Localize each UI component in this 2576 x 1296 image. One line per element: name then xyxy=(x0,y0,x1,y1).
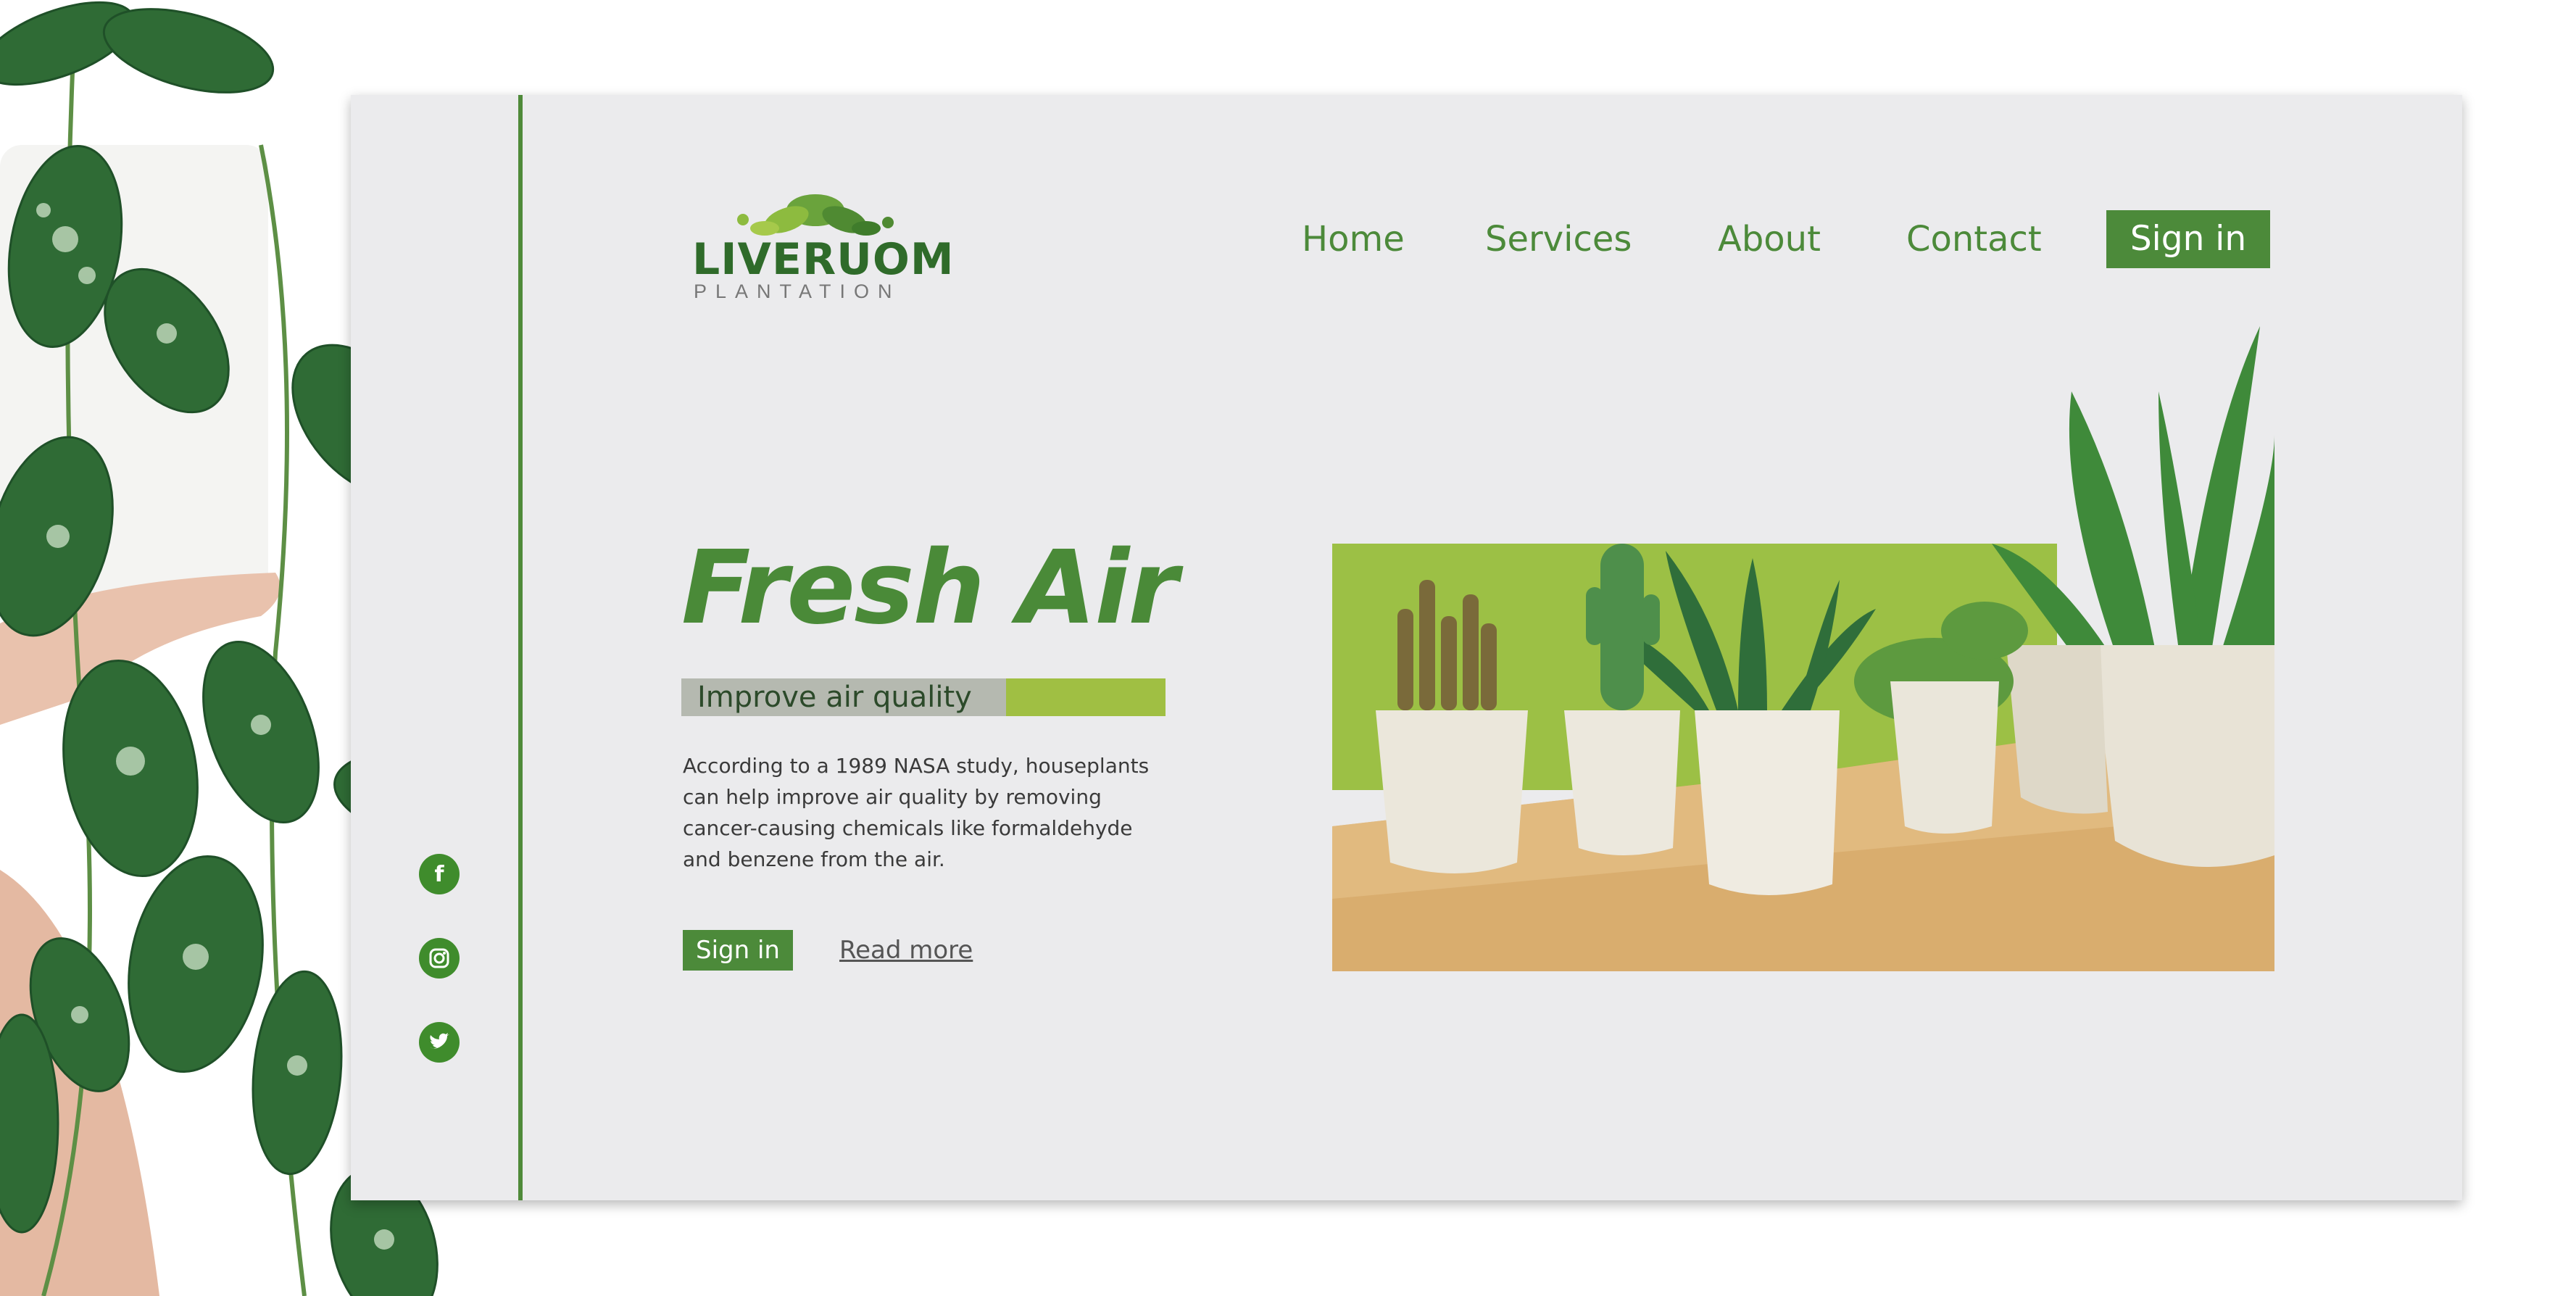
sidebar-divider xyxy=(518,95,523,1200)
instagram-icon[interactable] xyxy=(419,938,460,979)
hero-title: Fresh Air xyxy=(681,529,1178,647)
instagram-glyph xyxy=(429,948,449,968)
nav-home[interactable]: Home xyxy=(1302,217,1405,261)
nav-signin-button[interactable]: Sign in xyxy=(2106,210,2270,268)
twitter-glyph xyxy=(430,1033,449,1049)
twitter-icon[interactable] xyxy=(419,1022,460,1063)
brand-name: LIVERUOM xyxy=(692,234,955,285)
nav-services[interactable]: Services xyxy=(1485,217,1632,261)
read-more-link[interactable]: Read more xyxy=(839,930,973,971)
potted-plants-image xyxy=(1332,326,2274,971)
hero-description: According to a 1989 NASA study, housepla… xyxy=(683,754,1150,871)
brand-tagline: PLANTATION xyxy=(694,281,901,302)
hero-subtitle: Improve air quality xyxy=(697,681,972,714)
hero-signin-button[interactable]: Sign in xyxy=(683,930,793,971)
facebook-icon[interactable]: f xyxy=(419,854,460,894)
nav-about[interactable]: About xyxy=(1718,217,1821,261)
brand-logo[interactable]: LIVERUOM PLANTATION xyxy=(692,185,955,308)
hero-subtitle-bar: Improve air quality xyxy=(681,678,1166,716)
nav-contact[interactable]: Contact xyxy=(1906,217,2042,261)
